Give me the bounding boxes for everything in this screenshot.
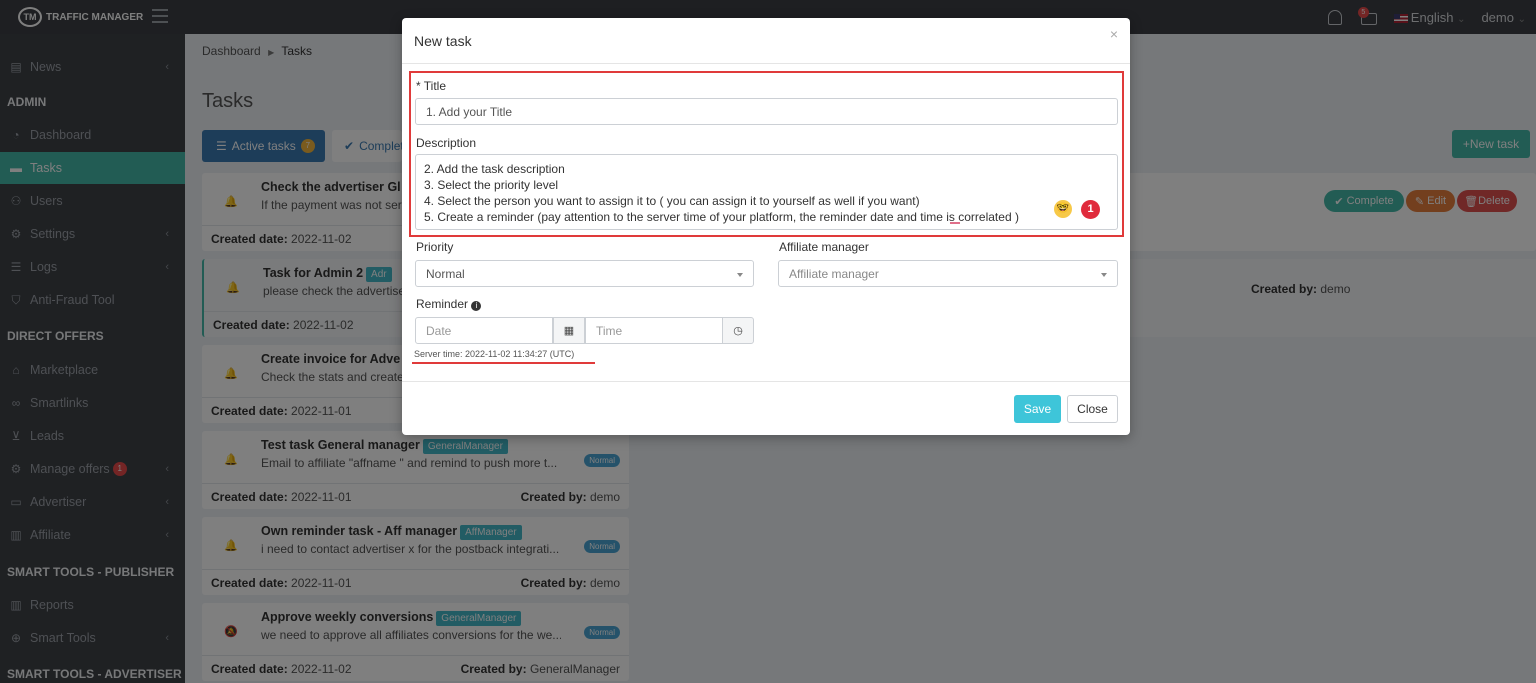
affiliate-manager-placeholder: Affiliate manager — [789, 266, 879, 281]
affiliate-manager-label: Affiliate manager — [779, 240, 869, 254]
description-line: 4. Select the person you want to assign … — [424, 194, 920, 208]
caret-down-icon — [737, 273, 743, 277]
reminder-date-input[interactable]: Date — [415, 317, 553, 344]
affiliate-manager-select[interactable]: Affiliate manager — [778, 260, 1118, 287]
title-input-value: 1. Add your Title — [426, 104, 513, 119]
description-line: 2. Add the task description — [424, 162, 565, 176]
clock-icon[interactable]: ◷ — [722, 317, 754, 344]
description-line: 3. Select the priority level — [424, 178, 559, 192]
date-placeholder: Date — [426, 323, 452, 338]
spellcheck-underline — [950, 222, 960, 224]
caret-down-icon — [1101, 273, 1107, 277]
modal-header: New task × — [402, 18, 1130, 64]
new-task-modal: New task × * Title 1. Add your Title Des… — [402, 18, 1130, 435]
modal-footer-divider — [402, 381, 1130, 382]
calendar-icon[interactable]: ▦ — [553, 317, 585, 344]
server-time-underline — [412, 362, 595, 364]
close-icon[interactable]: × — [1110, 26, 1118, 42]
server-time: Server time: 2022-11-02 11:34:27 (UTC) — [414, 349, 575, 359]
reminder-time-input[interactable]: Time — [585, 317, 723, 344]
nerd-face-emoji-icon: 🤓 — [1054, 200, 1072, 218]
priority-select[interactable]: Normal — [415, 260, 754, 287]
reminder-label-row: Reminder i — [416, 297, 482, 311]
time-placeholder: Time — [596, 323, 623, 338]
description-label: Description — [416, 136, 477, 150]
description-textarea[interactable]: 2. Add the task description 3. Select th… — [415, 154, 1118, 230]
reminder-label: Reminder — [416, 297, 469, 311]
description-line: 5. Create a reminder (pay attention to t… — [424, 210, 1019, 224]
priority-select-value: Normal — [426, 266, 465, 281]
step-number-badge: 1 — [1081, 200, 1100, 219]
title-input[interactable]: 1. Add your Title — [415, 98, 1118, 125]
close-button[interactable]: Close — [1067, 395, 1118, 423]
priority-label: Priority — [416, 240, 454, 254]
modal-title: New task — [414, 33, 472, 49]
save-button[interactable]: Save — [1014, 395, 1061, 423]
title-label: * Title — [416, 79, 447, 93]
info-icon[interactable]: i — [471, 301, 482, 311]
